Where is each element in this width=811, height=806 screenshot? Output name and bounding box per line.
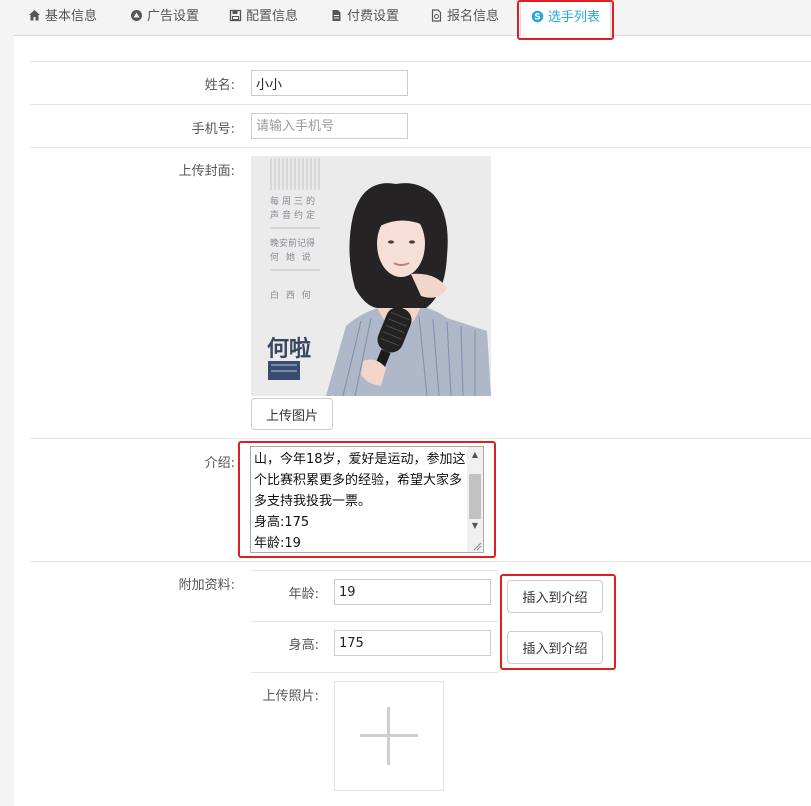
- scroll-down-icon[interactable]: ▼: [467, 518, 483, 534]
- cover-line: 白 西 何: [270, 289, 313, 301]
- scroll-thumb[interactable]: [469, 474, 481, 519]
- height-input[interactable]: [334, 630, 491, 656]
- phone-label: 手机号:: [191, 122, 235, 137]
- left-margin: [0, 0, 14, 806]
- intro-text[interactable]: 山，今年18岁，爱好是运动，参加这个比赛积累更多的经验，希望大家多多支持我投我一…: [254, 449, 466, 551]
- tab-label: 选手列表: [548, 10, 601, 25]
- cover-line: 晚安前记得: [270, 237, 315, 249]
- extra-info-label: 附加资料:: [178, 578, 235, 593]
- name-input[interactable]: [251, 70, 408, 96]
- save-icon: [229, 9, 242, 22]
- tab-signup-info[interactable]: 报名信息: [430, 0, 499, 36]
- tab-config-info[interactable]: 配置信息: [229, 0, 298, 36]
- skype-icon: S: [531, 10, 544, 23]
- ad-icon: [131, 10, 142, 21]
- divider: [30, 104, 811, 105]
- tab-label: 付费设置: [347, 9, 400, 24]
- divider: [251, 621, 498, 622]
- name-label: 姓名:: [204, 78, 235, 93]
- insert-age-button[interactable]: 插入到介绍: [507, 580, 603, 613]
- resize-handle-icon[interactable]: [470, 539, 482, 551]
- tab-label: 基本信息: [45, 9, 98, 24]
- divider: [30, 147, 811, 148]
- divider: [251, 672, 498, 673]
- tab-label: 报名信息: [447, 9, 500, 24]
- home-icon: [29, 10, 40, 21]
- age-input[interactable]: [334, 579, 491, 605]
- signup-icon: [431, 9, 442, 22]
- upload-image-button[interactable]: 上传图片: [251, 398, 333, 430]
- divider: [30, 561, 811, 562]
- upload-photo-label: 上传照片:: [262, 689, 319, 704]
- height-label: 身高:: [288, 638, 319, 653]
- plus-icon: [360, 707, 418, 765]
- upload-photo-box[interactable]: [334, 681, 444, 791]
- tab-label: 配置信息: [246, 9, 299, 24]
- tab-basic-info[interactable]: 基本信息: [28, 0, 97, 36]
- intro-textarea[interactable]: 山，今年18岁，爱好是运动，参加这个比赛积累更多的经验，希望大家多多支持我投我一…: [250, 446, 484, 553]
- cover-logo-text: 何啦: [267, 336, 311, 362]
- scroll-up-icon[interactable]: ▲: [467, 447, 483, 463]
- intro-label: 介绍:: [204, 456, 235, 471]
- tab-player-list[interactable]: S 选手列表: [520, 0, 612, 37]
- cover-line: 每周三的: [270, 195, 318, 207]
- divider: [30, 61, 811, 62]
- divider: [30, 438, 811, 439]
- cover-photo: 每周三的 声音约定 晚安前记得 何 她 说 白 西 何 何啦: [251, 156, 491, 396]
- document-icon: [332, 10, 341, 21]
- tab-ad-settings[interactable]: 广告设置: [130, 0, 199, 36]
- tab-bar: 基本信息 广告设置 配置信息 付费设置 报名信息 S 选手列表: [14, 0, 811, 37]
- phone-input[interactable]: [251, 113, 408, 139]
- divider: [251, 570, 498, 571]
- insert-height-button[interactable]: 插入到介绍: [507, 631, 603, 664]
- cover-line: 何 她 说: [270, 251, 313, 263]
- svg-text:S: S: [534, 13, 540, 23]
- cover-line: 声音约定: [270, 209, 318, 221]
- age-label: 年龄:: [288, 587, 319, 602]
- tab-label: 广告设置: [147, 9, 200, 24]
- cover-image: 每周三的 声音约定 晚安前记得 何 她 说 白 西 何 何啦: [251, 156, 491, 396]
- textarea-scrollbar[interactable]: ▲ ▼: [467, 447, 483, 552]
- tab-payment-settings[interactable]: 付费设置: [330, 0, 399, 36]
- cover-label: 上传封面:: [178, 164, 235, 179]
